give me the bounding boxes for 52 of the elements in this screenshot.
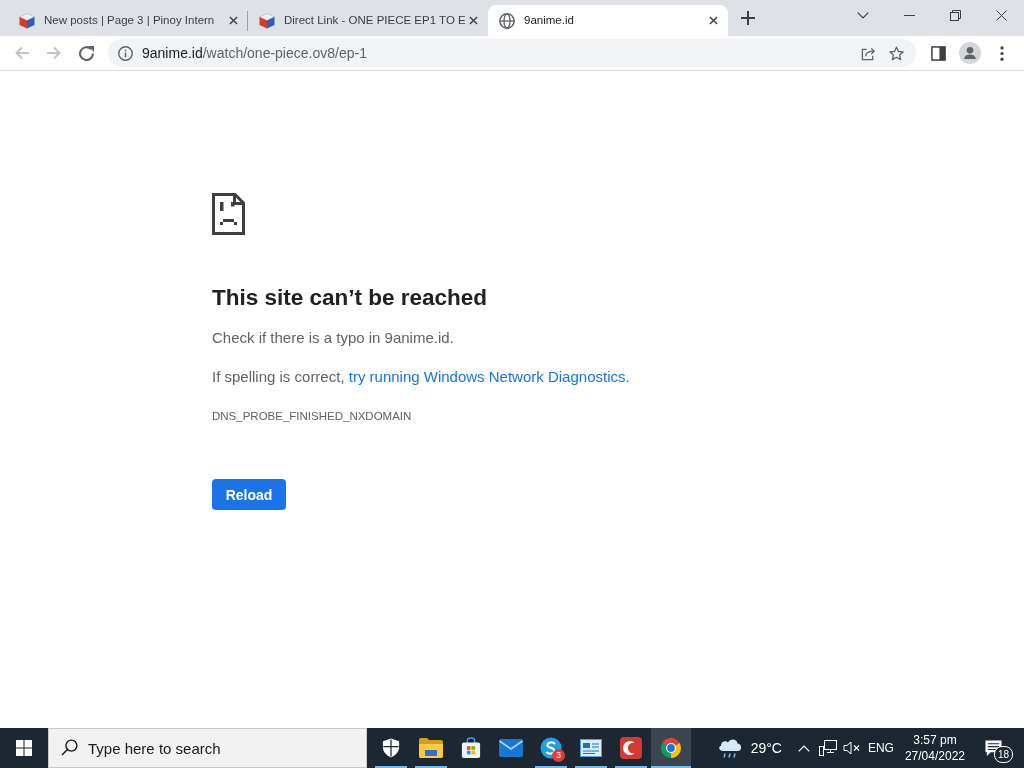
envelope-icon [499, 739, 523, 757]
unread-count-badge: 3 [552, 749, 565, 762]
error-code: DNS_PROBE_FINISHED_NXDOMAIN [212, 409, 413, 424]
reload-icon[interactable] [78, 45, 94, 61]
star-icon[interactable] [888, 45, 904, 61]
clock-date[interactable]: 27/04/2022 [904, 748, 965, 764]
close-icon[interactable] [469, 16, 478, 25]
clock-time[interactable]: 3:57 pm [913, 732, 957, 748]
cube-icon [19, 12, 35, 29]
error-message: Check if there is a typo in 9anime.id. [212, 328, 455, 348]
diagnostics-link[interactable]: try running Windows Network Diagnostics [348, 368, 626, 385]
search-icon [61, 739, 78, 756]
globe-icon [499, 12, 515, 29]
more-menu-icon[interactable] [1000, 45, 1004, 61]
window-app-icon [580, 739, 602, 757]
cube-icon [259, 12, 275, 29]
restore-icon[interactable] [949, 9, 961, 21]
shopping-bag-icon [461, 737, 481, 759]
muted-speaker-icon[interactable] [842, 741, 861, 755]
browser-tab[interactable]: Direct Link - ONE PIECE EP1 TO E [248, 5, 488, 36]
network-icon[interactable] [818, 740, 837, 756]
start-icon[interactable] [16, 740, 32, 756]
language-indicator[interactable]: ENG [867, 741, 894, 755]
address-bar[interactable]: 9anime.id/watch/one-piece.ov8/ep-1 [108, 39, 916, 67]
url-text: 9anime.id/watch/one-piece.ov8/ep-1 [142, 45, 367, 61]
browser-tab[interactable]: New posts | Page 3 | Pinoy Intern [8, 5, 248, 36]
plus-icon[interactable] [741, 11, 755, 25]
browser-app-icon [660, 737, 682, 759]
close-icon[interactable] [229, 16, 238, 25]
taskbar-app-button[interactable] [651, 728, 691, 768]
taskbar-app-button[interactable]: 3 [531, 728, 571, 768]
shield-icon [382, 738, 400, 758]
browser-tab[interactable]: 9anime.id [488, 5, 728, 36]
error-heading: This site can’t be reached [212, 284, 489, 312]
search-field[interactable]: Type here to search [48, 728, 367, 768]
avatar-icon[interactable] [959, 42, 981, 64]
info-icon[interactable] [118, 45, 133, 61]
minimize-icon[interactable] [903, 14, 915, 16]
close-icon[interactable] [995, 9, 1007, 21]
reload-button[interactable]: Reload [212, 479, 286, 510]
close-icon[interactable] [709, 16, 718, 25]
side-panel-icon[interactable] [930, 45, 946, 61]
notification-count: 18 [994, 746, 1013, 763]
temperature[interactable]: 29°C [750, 740, 782, 756]
share-icon[interactable] [860, 45, 876, 61]
suggestion-text: If spelling is correct, try running Windows Network Diagnostics. [212, 367, 631, 387]
chevron-up-icon[interactable] [797, 744, 810, 752]
cloud-rain-icon[interactable] [716, 737, 743, 759]
folder-icon [419, 738, 443, 758]
crescent-app-icon [620, 737, 642, 759]
sad-page-icon [212, 193, 245, 235]
chevron-down-icon[interactable] [857, 11, 869, 19]
